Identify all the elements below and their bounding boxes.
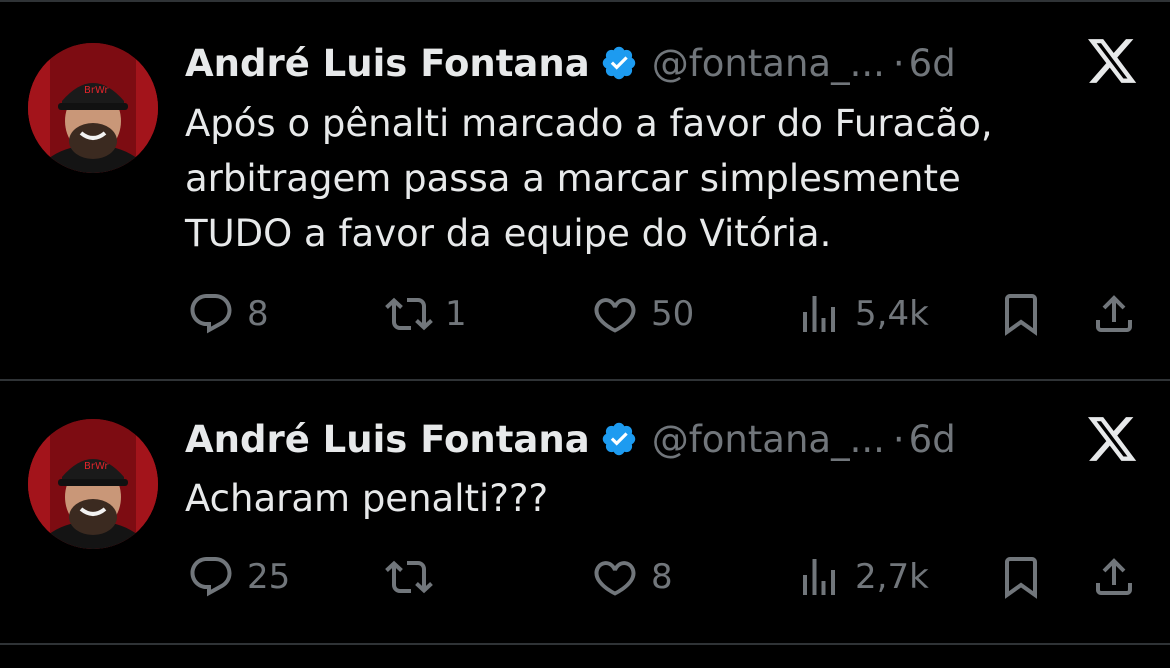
tweet-time[interactable]: 6d bbox=[909, 418, 956, 461]
author-handle[interactable]: @fontana_... bbox=[652, 42, 885, 85]
views-button[interactable]: 2,7k bbox=[795, 549, 929, 605]
svg-text:BrWr: BrWr bbox=[84, 461, 109, 472]
retweet-icon bbox=[385, 560, 433, 594]
share-button[interactable] bbox=[1090, 286, 1138, 342]
retweet-count: 1 bbox=[445, 294, 467, 334]
bottom-divider bbox=[0, 643, 1170, 645]
like-count: 50 bbox=[651, 294, 695, 334]
reply-count: 8 bbox=[247, 294, 269, 334]
author-name[interactable]: André Luis Fontana bbox=[185, 418, 590, 461]
reply-count: 25 bbox=[247, 557, 291, 597]
share-icon bbox=[1096, 295, 1132, 332]
views-icon bbox=[803, 559, 835, 595]
verified-badge-icon bbox=[600, 44, 638, 82]
x-logo-icon bbox=[1088, 39, 1138, 85]
tweet-1[interactable]: BrWr André Luis Fontana @fontana_... · 6… bbox=[0, 0, 1170, 381]
share-icon bbox=[1096, 558, 1132, 595]
share-button[interactable] bbox=[1090, 549, 1138, 605]
tweet-actions: 25 8 2,7k bbox=[0, 549, 1170, 605]
like-button[interactable]: 50 bbox=[591, 286, 694, 342]
reply-icon bbox=[190, 294, 232, 334]
views-count: 5,4k bbox=[855, 294, 929, 334]
author-name[interactable]: André Luis Fontana bbox=[185, 42, 590, 85]
tweet-2[interactable]: BrWr André Luis Fontana @fontana_... · 6… bbox=[0, 381, 1170, 644]
like-icon bbox=[594, 298, 636, 333]
retweet-icon bbox=[385, 297, 433, 331]
like-count: 8 bbox=[651, 557, 673, 597]
tweet-text: Após o pênalti marcado a favor do Furacã… bbox=[185, 102, 993, 255]
bookmark-icon bbox=[1005, 294, 1037, 336]
svg-text:BrWr: BrWr bbox=[84, 85, 109, 96]
time-separator: · bbox=[892, 417, 905, 461]
like-icon bbox=[594, 561, 636, 596]
x-logo-icon bbox=[1088, 417, 1138, 463]
reply-icon bbox=[190, 557, 232, 597]
tweet-actions: 8 1 50 5,4k bbox=[0, 286, 1170, 342]
retweet-button[interactable] bbox=[385, 549, 445, 605]
retweet-button[interactable]: 1 bbox=[385, 286, 467, 342]
avatar[interactable]: BrWr bbox=[28, 43, 158, 173]
bookmark-icon bbox=[1005, 557, 1037, 599]
reply-button[interactable]: 25 bbox=[187, 549, 290, 605]
views-button[interactable]: 5,4k bbox=[795, 286, 929, 342]
tweet-header: André Luis Fontana @fontana_... · 6d bbox=[185, 38, 956, 88]
author-handle[interactable]: @fontana_... bbox=[652, 418, 885, 461]
tweet-text: Acharam penalti??? bbox=[185, 477, 549, 520]
bookmark-button[interactable] bbox=[997, 286, 1045, 342]
tweet-header: André Luis Fontana @fontana_... · 6d bbox=[185, 414, 956, 464]
time-separator: · bbox=[892, 41, 905, 85]
like-button[interactable]: 8 bbox=[591, 549, 673, 605]
verified-badge-icon bbox=[600, 420, 638, 458]
avatar[interactable]: BrWr bbox=[28, 419, 158, 549]
bookmark-button[interactable] bbox=[997, 549, 1045, 605]
reply-button[interactable]: 8 bbox=[187, 286, 269, 342]
tweet-time[interactable]: 6d bbox=[909, 42, 956, 85]
views-count: 2,7k bbox=[855, 557, 929, 597]
views-icon bbox=[803, 296, 835, 332]
